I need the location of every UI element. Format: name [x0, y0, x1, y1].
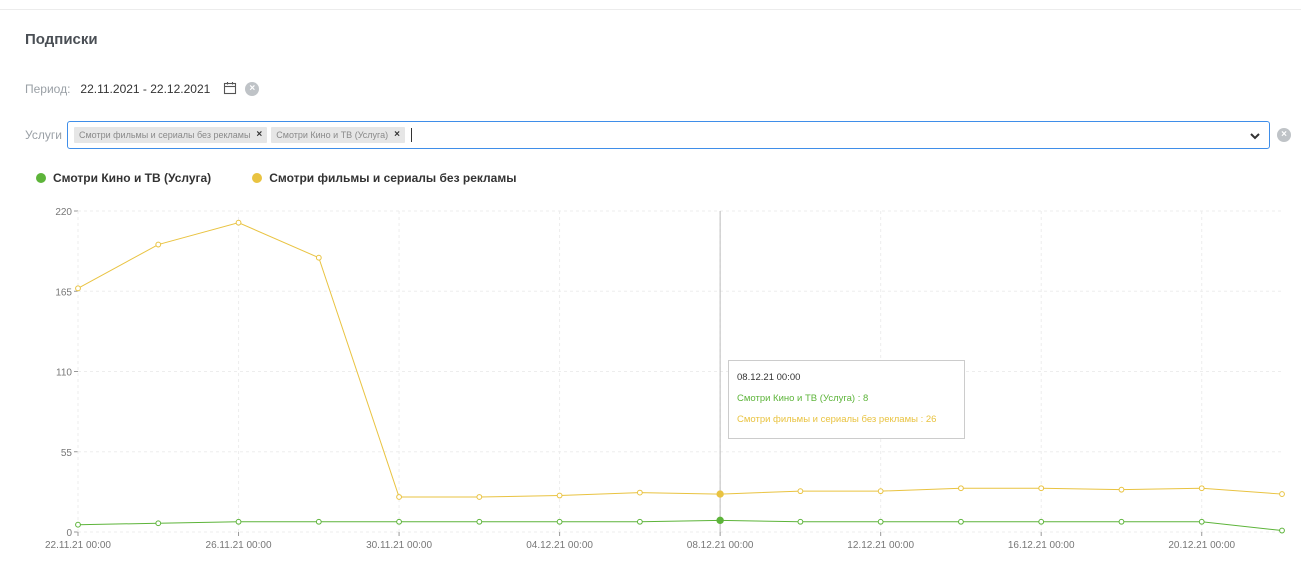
- data-point: [315, 518, 322, 525]
- data-point: [716, 490, 724, 498]
- series-line: [77, 222, 1283, 498]
- service-tag: Смотри Кино и ТВ (Услуга) ×: [271, 127, 405, 143]
- data-point: [797, 518, 804, 525]
- x-tick-label: 26.11.21 00:00: [206, 540, 272, 551]
- y-tick-label: 220: [55, 207, 72, 218]
- service-tag: Смотри фильмы и сериалы без рекламы ×: [74, 127, 268, 143]
- legend-item[interactable]: Смотри фильмы и сериалы без рекламы: [252, 171, 516, 185]
- data-point: [235, 219, 242, 226]
- calendar-icon[interactable]: [223, 81, 239, 97]
- y-tick-label: 55: [61, 448, 73, 459]
- data-point: [1198, 518, 1205, 525]
- remove-tag-icon[interactable]: ×: [394, 127, 400, 143]
- x-tick-label: 20.12.21 00:00: [1168, 540, 1235, 551]
- period-clear-icon[interactable]: ×: [245, 82, 260, 96]
- data-point: [476, 494, 483, 500]
- chevron-down-icon[interactable]: [1249, 129, 1261, 147]
- services-label: Услуги: [25, 128, 62, 142]
- text-cursor[interactable]: [411, 128, 412, 142]
- data-point: [958, 485, 964, 492]
- data-point: [1279, 527, 1285, 534]
- data-point: [1038, 485, 1045, 492]
- y-tick-label: 0: [66, 528, 72, 539]
- period-row: Период: 22.11.2021 - 22.12.2021 ×: [25, 81, 260, 97]
- data-point: [396, 518, 402, 525]
- line-chart: 0 55 110 165 220 22.11.21 00:00 26.11.21 00:00…: [45, 207, 1285, 551]
- tooltip-line: Смотри Кино и ТВ (Услуга) : 8: [737, 393, 869, 404]
- data-point: [235, 518, 242, 525]
- series-line: [77, 519, 1283, 532]
- remove-tag-icon[interactable]: ×: [256, 127, 262, 143]
- data-point: [155, 241, 162, 248]
- period-label: Период:: [25, 82, 71, 96]
- data-point: [636, 489, 643, 496]
- top-divider: [0, 9, 1301, 10]
- data-point: [1118, 486, 1125, 493]
- chart-tooltip: 08.12.21 00:00 Смотри Кино и ТВ (Услуга)…: [728, 360, 965, 439]
- y-tick-label: 110: [56, 368, 72, 379]
- tooltip-line: Смотри фильмы и сериалы без рекламы : 26: [737, 414, 937, 425]
- data-point: [1038, 518, 1045, 525]
- legend-item[interactable]: Смотри Кино и ТВ (Услуга): [36, 171, 211, 185]
- data-point: [556, 492, 563, 499]
- services-select[interactable]: Смотри фильмы и сериалы без рекламы × См…: [67, 121, 1270, 149]
- x-tick-label: 22.11.21 00:00: [45, 540, 111, 551]
- services-clear-icon[interactable]: ×: [1277, 128, 1291, 142]
- services-label-row: Услуги: [25, 128, 62, 142]
- data-point: [75, 285, 81, 292]
- data-point: [877, 518, 884, 525]
- data-point: [315, 254, 322, 261]
- legend-label: Смотри фильмы и сериалы без рекламы: [269, 171, 517, 185]
- service-tag-label: Смотри фильмы и сериалы без рекламы: [79, 130, 251, 140]
- x-tick-label: 30.11.21 00:00: [366, 540, 432, 551]
- tooltip-title: 08.12.21 00:00: [737, 372, 801, 383]
- page-title: Подписки: [25, 31, 98, 48]
- data-point: [556, 518, 563, 525]
- chart-legend: Смотри Кино и ТВ (Услуга) Смотри фильмы …: [36, 171, 557, 185]
- x-tick-label: 04.12.21 00:00: [526, 540, 593, 551]
- legend-label: Смотри Кино и ТВ (Услуга): [53, 171, 212, 185]
- legend-dot: [252, 173, 263, 183]
- data-point: [958, 518, 964, 525]
- x-tick-label: 16.12.21 00:00: [1008, 540, 1075, 551]
- data-point: [75, 521, 81, 528]
- data-point: [1118, 518, 1125, 525]
- data-point: [636, 518, 643, 525]
- period-input[interactable]: 22.11.2021 - 22.12.2021: [80, 82, 210, 96]
- data-point: [877, 488, 884, 495]
- data-point: [476, 518, 483, 525]
- data-point: [155, 520, 162, 527]
- data-point: [797, 488, 804, 495]
- y-tick-label: 165: [55, 287, 72, 298]
- x-tick-label: 08.12.21 00:00: [687, 540, 754, 551]
- data-point: [716, 516, 724, 525]
- data-point: [1198, 485, 1205, 492]
- data-point: [1279, 491, 1285, 497]
- x-tick-label: 12.12.21 00:00: [847, 540, 914, 551]
- data-point: [396, 494, 402, 500]
- legend-dot: [36, 173, 46, 183]
- service-tag-label: Смотри Кино и ТВ (Услуга): [276, 130, 389, 140]
